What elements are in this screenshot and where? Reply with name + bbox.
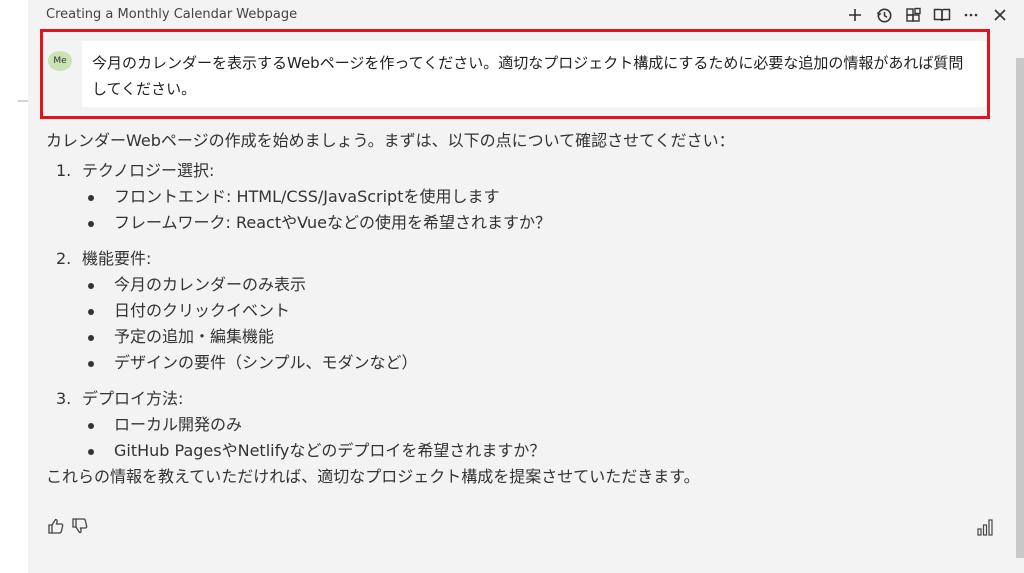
reply-section: 1. テクノロジー選択: フロントエンド: HTML/CSS/JavaScrip… (46, 158, 996, 236)
list-item: フレームワーク: ReactやVueなどの使用を希望されますか？ (46, 210, 996, 236)
scrollbar-thumb[interactable] (1016, 58, 1024, 558)
feedback-bar (46, 516, 94, 536)
header-toolbar (844, 4, 1011, 26)
bullet-dot (86, 184, 114, 210)
list-item: デザインの要件（シンプル、モダンなど） (46, 350, 996, 376)
list-item-text: GitHub PagesやNetlifyなどのデプロイを希望されますか？ (114, 441, 546, 460)
list-item: ローカル開発のみ (46, 412, 996, 438)
like-button[interactable] (46, 516, 66, 536)
bar-chart-icon[interactable] (976, 518, 994, 536)
list-item: 予定の追加・編集機能 (46, 324, 996, 350)
book-icon (933, 8, 951, 22)
list-item-text: 今月のカレンダーのみ表示 (114, 275, 307, 294)
left-gutter (0, 0, 28, 573)
chat-window: Creating a Monthly Calendar Webpage Me 今… (0, 0, 1024, 573)
list-item: GitHub PagesやNetlifyなどのデプロイを希望されますか？ (46, 438, 996, 464)
section-heading: 1. テクノロジー選択: (46, 158, 996, 184)
list-item-text: フロントエンド: HTML/CSS/JavaScriptを使用します (114, 187, 500, 206)
section-number: 2. (56, 249, 72, 268)
bullet-dot (86, 210, 114, 236)
section-title: テクノロジー選択: (82, 161, 215, 180)
more-options-button[interactable] (960, 4, 982, 26)
bullet-dot (86, 298, 114, 324)
list-item-text: デザインの要件（シンプル、モダンなど） (114, 353, 418, 372)
list-item-text: 予定の追加・編集機能 (114, 327, 275, 346)
gutter-divider (18, 100, 28, 102)
extensions-button[interactable] (902, 4, 924, 26)
window-title: Creating a Monthly Calendar Webpage (46, 7, 298, 22)
thumbs-down-icon (72, 518, 88, 534)
bullet-dot (86, 412, 114, 438)
close-icon (994, 9, 1006, 21)
thumbs-up-icon (48, 518, 64, 534)
reply-outro: これらの情報を教えていただければ、適切なプロジェクト構成を提案させていただきます… (46, 467, 700, 486)
list-item: 日付のクリックイベント (46, 298, 996, 324)
list-item: フロントエンド: HTML/CSS/JavaScriptを使用します (46, 184, 996, 210)
new-chat-button[interactable] (844, 4, 866, 26)
bullet-dot (86, 350, 114, 376)
reply-section: 3. デプロイ方法: ローカル開発のみ GitHub PagesやNetlify… (46, 386, 996, 464)
plus-icon (849, 9, 861, 21)
bullet-dot (86, 438, 114, 464)
assistant-reply: カレンダーWebページの作成を始めましょう。まずは、以下の点について確認させてく… (46, 128, 996, 490)
section-heading: 3. デプロイ方法: (46, 386, 996, 412)
list-item-text: 日付のクリックイベント (114, 301, 291, 320)
docs-button[interactable] (931, 4, 953, 26)
dislike-button[interactable] (70, 516, 90, 536)
bullet-dot (86, 324, 114, 350)
section-title: 機能要件: (82, 249, 152, 268)
bullet-dot (86, 272, 114, 298)
highlight-box (40, 29, 990, 119)
section-heading: 2. 機能要件: (46, 246, 996, 272)
list-item: 今月のカレンダーのみ表示 (46, 272, 996, 298)
reply-intro: カレンダーWebページの作成を始めましょう。まずは、以下の点について確認させてく… (46, 131, 735, 150)
section-number: 1. (56, 161, 72, 180)
list-item-text: フレームワーク: ReactやVueなどの使用を希望されますか？ (114, 213, 551, 232)
history-icon (876, 8, 891, 22)
ellipsis-icon (964, 13, 978, 17)
list-item-text: ローカル開発のみ (114, 415, 243, 434)
reply-section: 2. 機能要件: 今月のカレンダーのみ表示 日付のクリックイベント 予定の追加・… (46, 246, 996, 376)
section-title: デプロイ方法: (82, 389, 184, 408)
history-button[interactable] (873, 4, 895, 26)
section-number: 3. (56, 389, 72, 408)
close-button[interactable] (989, 4, 1011, 26)
grid-icon (905, 7, 921, 22)
